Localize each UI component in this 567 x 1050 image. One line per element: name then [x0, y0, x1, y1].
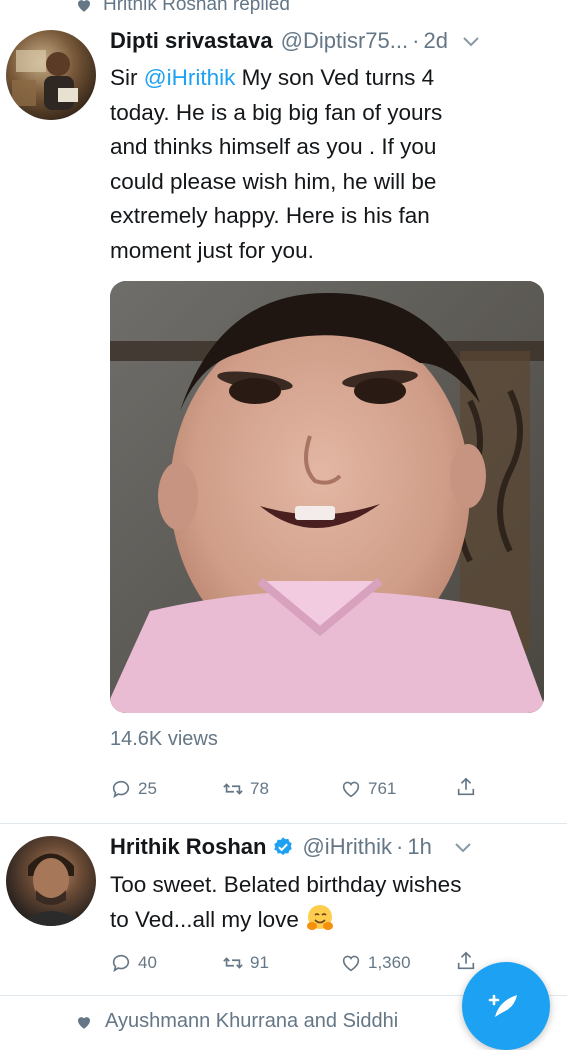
reply-icon: [112, 954, 130, 973]
like-count: 761: [368, 779, 397, 798]
retweet-icon: [223, 957, 243, 969]
social-context-label: Hrithik Roshan replied: [103, 0, 290, 15]
reply-count: 25: [138, 779, 157, 798]
social-context: Hrithik Roshan replied: [75, 0, 290, 16]
tweet-header: Dipti srivastava @Diptisr75... · 2d: [110, 28, 480, 54]
chevron-down-icon[interactable]: [462, 36, 480, 48]
social-context-label: Ayushmann Khurrana and Siddhi: [105, 1010, 399, 1032]
reply-button[interactable]: 25: [110, 778, 157, 800]
tweet-time[interactable]: 2d: [423, 28, 447, 54]
retweet-count: 91: [250, 953, 269, 972]
tweet-text-line: to Ved...all my love: [110, 906, 299, 932]
tweet-text-segment: Sir: [110, 65, 144, 90]
share-icon: [457, 777, 475, 796]
avatar[interactable]: [6, 836, 96, 926]
tweet-text-line: and thinks himself as you . If you: [110, 134, 437, 159]
avatar-photo: [12, 50, 78, 110]
like-icon: [342, 955, 360, 972]
author-name[interactable]: Hrithik Roshan: [110, 834, 266, 860]
retweet-button[interactable]: 91: [222, 952, 269, 974]
compose-icon: [488, 994, 517, 1017]
share-button[interactable]: [455, 950, 477, 972]
compose-tweet-button[interactable]: [462, 962, 550, 1050]
reply-button[interactable]: 40: [110, 952, 157, 974]
avatar[interactable]: [6, 30, 96, 120]
verified-icon: [274, 837, 293, 855]
author-handle[interactable]: @iHrithik: [302, 834, 392, 860]
like-icon: [342, 781, 360, 798]
tweet-text: Too sweet. Belated birthday wishes to Ve…: [110, 868, 550, 937]
tweet-text-line: could please wish him, he will be: [110, 168, 437, 194]
like-count: 1,360: [368, 953, 411, 972]
heart-icon: [78, 0, 90, 12]
divider: [0, 823, 567, 824]
separator-dot: ·: [412, 28, 420, 53]
child-photo: [110, 281, 544, 713]
share-icon: [457, 951, 475, 970]
reply-count: 40: [138, 953, 157, 972]
mention-link[interactable]: @iHrithik: [144, 65, 236, 90]
separator-dot: ·: [396, 834, 404, 859]
like-button[interactable]: 1,360: [340, 952, 411, 974]
tweet-text-line: extremely happy. Here is his fan: [110, 203, 430, 228]
social-context: Ayushmann Khurrana and Siddhi: [75, 1010, 398, 1033]
avatar-photo: [16, 853, 86, 926]
tweet-time[interactable]: 1h: [407, 834, 431, 860]
tweet-text-line: moment just for you.: [110, 237, 314, 263]
view-count: 14.6K views: [110, 728, 218, 750]
reply-icon: [112, 780, 130, 799]
retweet-button[interactable]: 78: [222, 778, 269, 800]
retweet-icon: [223, 783, 243, 795]
tweet-text-line: Too sweet. Belated birthday wishes: [110, 872, 462, 897]
video-thumbnail[interactable]: [110, 281, 544, 713]
tweet-text-segment: My son Ved turns 4: [235, 65, 435, 90]
like-button[interactable]: 761: [340, 778, 396, 800]
retweet-count: 78: [250, 779, 269, 798]
author-name[interactable]: Dipti srivastava: [110, 28, 273, 54]
share-button[interactable]: [455, 776, 477, 798]
tweet-header: Hrithik Roshan @iHrithik · 1h: [110, 834, 472, 860]
tweet-text-line: today. He is a big big fan of yours: [110, 99, 443, 125]
chevron-down-icon[interactable]: [454, 842, 472, 854]
hug-emoji-icon: [306, 904, 333, 930]
tweet-text: Sir @iHrithik My son Ved turns 4 today. …: [110, 61, 550, 268]
author-handle[interactable]: @Diptisr75...: [281, 28, 408, 54]
heart-icon: [78, 1016, 90, 1029]
